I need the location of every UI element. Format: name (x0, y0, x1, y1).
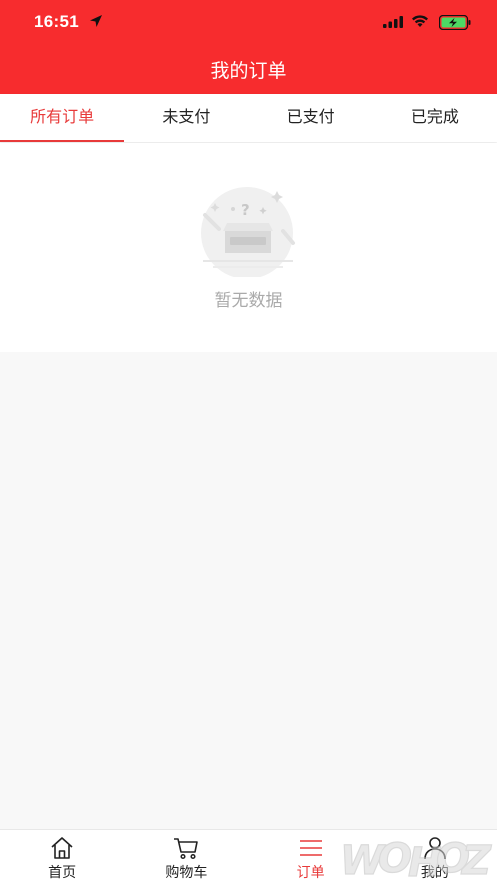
wifi-icon (412, 15, 428, 27)
svg-text:?: ? (241, 201, 250, 219)
cellular-signal-icon (383, 16, 403, 28)
nav-label-home: 首页 (48, 865, 77, 881)
app-header: 16:51 我的订单 (0, 0, 497, 94)
cart-icon (174, 838, 199, 860)
home-icon (51, 837, 73, 859)
svg-text:Z: Z (460, 838, 492, 882)
battery-charging-icon (439, 15, 471, 30)
nav-item-home[interactable]: 首页 (0, 830, 124, 883)
status-time: 16:51 (34, 12, 79, 31)
svg-text:O: O (378, 836, 412, 882)
status-bar: 16:51 (0, 0, 497, 46)
empty-box-icon: ? (201, 187, 295, 277)
tab-all-orders[interactable]: 所有订单 (0, 94, 125, 142)
menu-list-icon (299, 840, 322, 856)
page-title: 我的订单 (210, 60, 287, 82)
nav-label-orders: 订单 (296, 865, 325, 881)
tab-completed[interactable]: 已完成 (373, 94, 497, 142)
location-arrow-icon (90, 15, 102, 27)
empty-state-text: 暂无数据 (214, 291, 283, 311)
tab-unpaid[interactable]: 未支付 (124, 94, 248, 142)
nav-item-cart[interactable]: 购物车 (124, 830, 248, 883)
order-status-tabs: 所有订单 未支付 已支付 已完成 (0, 94, 497, 142)
empty-state-panel: ? 暂无数据 (0, 143, 497, 352)
watermark-logo: W O H O Z (339, 835, 492, 882)
tab-paid[interactable]: 已支付 (249, 94, 373, 142)
nav-label-cart: 购物车 (165, 865, 208, 881)
